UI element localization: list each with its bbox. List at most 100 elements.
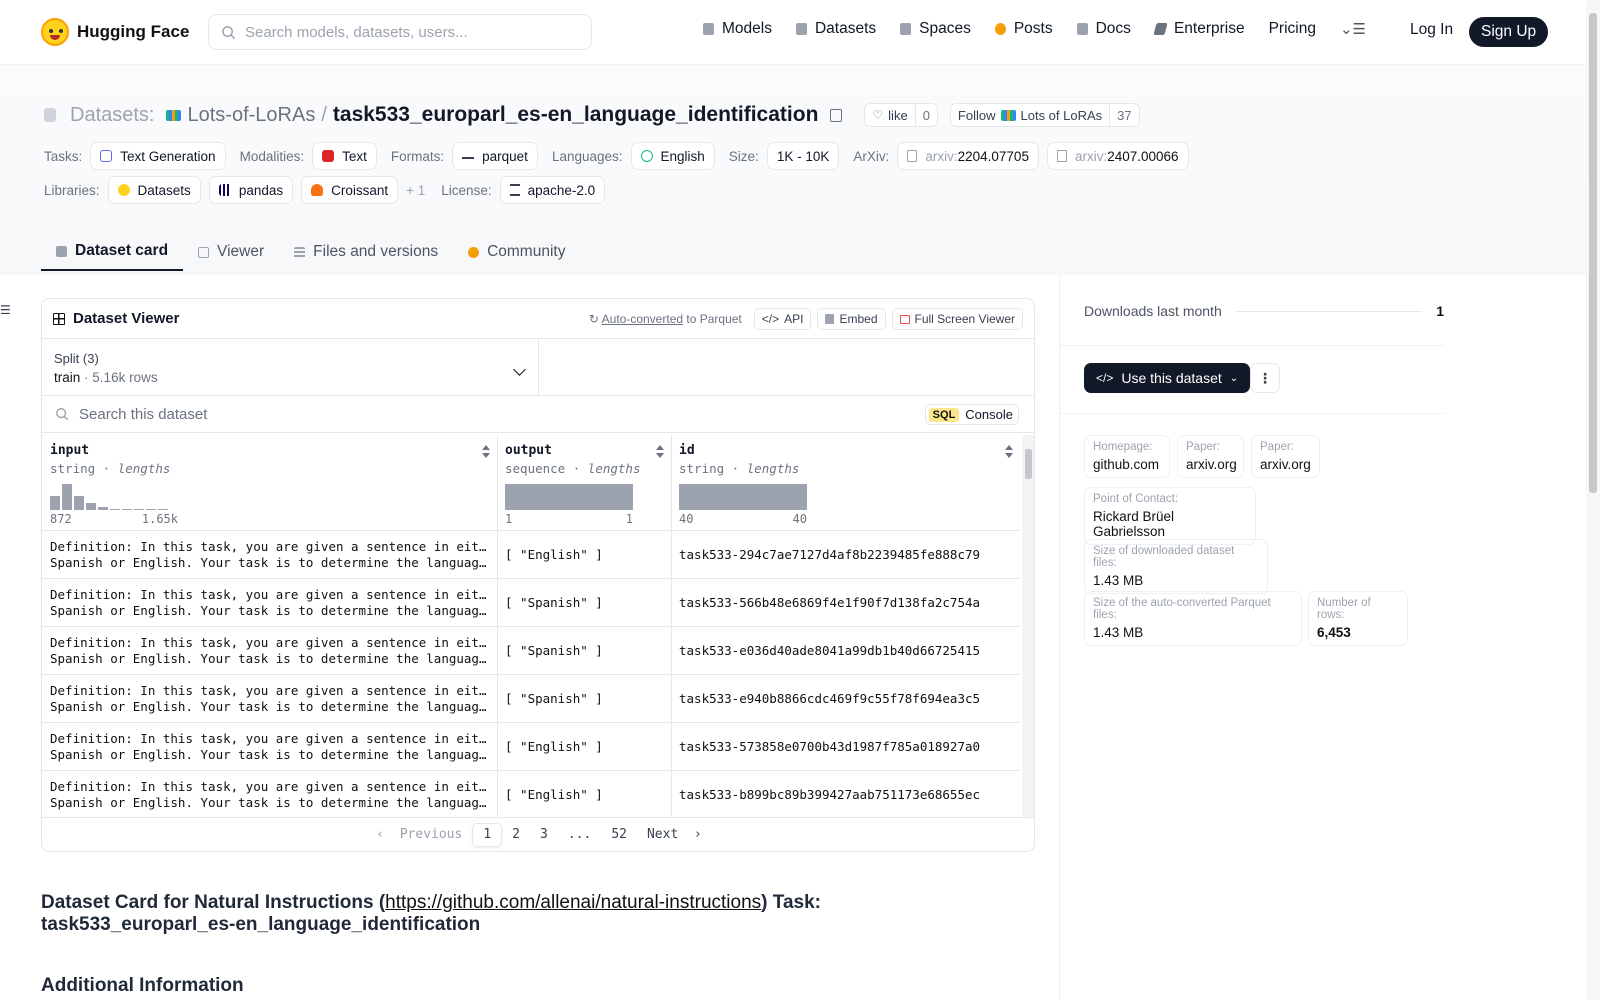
table-row-output-cell[interactable]: [ "English" ] [497,723,671,771]
table-row-output-cell[interactable]: [ "English" ] [497,771,671,818]
tag-parquet[interactable]: parquet [452,142,538,170]
table-row-id-cell[interactable]: task533-573858e0700b43d1987f785a018927a0 [671,723,1020,771]
table-row-output-cell[interactable]: [ "English" ] [497,531,671,579]
like-button[interactable]: ♡ like 0 [864,103,938,127]
table-row-id-cell[interactable]: task533-566b48e6869f4e1f90f7d138fa2c754a [671,579,1020,627]
tag-text-generation[interactable]: Text Generation [90,142,226,170]
page-scrollbar-thumb[interactable] [1589,13,1597,493]
tab-dataset-card[interactable]: Dataset card [41,233,184,271]
prev-page-button[interactable]: ‹ Previous [366,823,472,847]
tag-datasets-lib[interactable]: Datasets [107,176,201,204]
meta-homepage[interactable]: Homepage: github.com [1084,435,1170,478]
column-divider [497,435,498,818]
embed-icon [825,314,835,324]
table-row-input-cell[interactable]: Definition: In this task, you are given … [42,723,497,771]
org-link[interactable]: Lots-of-LoRAs [187,104,315,127]
meta-paper-1[interactable]: Paper: arxiv.org [1177,435,1244,478]
nav-posts[interactable]: Posts [994,20,1053,38]
login-link[interactable]: Log In [1410,21,1453,39]
toc-toggle-icon[interactable]: ☰ [0,303,11,317]
nav-enterprise[interactable]: Enterprise [1153,20,1245,38]
page-2-button[interactable]: 2 [502,823,530,847]
table-scrollbar-thumb[interactable] [1025,449,1032,479]
table-row-input-cell[interactable]: Definition: In this task, you are given … [42,579,497,627]
split-selector[interactable]: Split (3) train · 5.16k rows [42,339,539,395]
text-modality-icon [322,150,335,162]
global-search-input[interactable] [245,23,565,41]
natural-instructions-link[interactable]: https://github.com/allenai/natural-instr… [385,892,761,913]
nav-docs[interactable]: Docs [1076,20,1131,38]
sql-console-button[interactable]: SQL Console [924,404,1019,425]
follow-button[interactable]: Follow Lots of LoRAs 37 [949,103,1140,127]
tag-pandas[interactable]: pandas [208,176,294,204]
table-row-output-cell[interactable]: [ "Spanish" ] [497,579,671,627]
tag-arxiv-2[interactable]: arxiv:2407.00066 [1046,142,1189,170]
meta-paper-2[interactable]: Paper: arxiv.org [1251,435,1320,478]
tag-size[interactable]: 1K - 10K [766,142,840,170]
split-name: train [54,370,81,385]
more-libraries[interactable]: + 1 [406,183,425,198]
auto-converted-link[interactable]: Auto-converted [602,312,683,326]
dataset-name[interactable]: task533_europarl_es-en_language_identifi… [333,103,819,127]
table-row-id-cell[interactable]: task533-e036d40ade8041a99db1b40d66725415 [671,627,1020,675]
sort-icon[interactable] [482,445,490,458]
dataset-search-input[interactable] [79,405,679,423]
more-menu-icon[interactable]: ⌄☰ [1340,20,1366,38]
nav-datasets[interactable]: Datasets [795,20,876,38]
table-row-input-cell[interactable]: Definition: In this task, you are given … [42,675,497,723]
copy-icon[interactable] [830,108,843,122]
logo[interactable]: Hugging Face [41,18,189,46]
tag-license[interactable]: apache-2.0 [499,176,606,204]
api-button[interactable]: </> API [753,308,812,330]
more-options-button[interactable]: ⋮ [1250,363,1280,393]
tag-english[interactable]: English [630,142,715,170]
tab-community[interactable]: Community [453,233,580,271]
page-last-button[interactable]: 52 [601,823,637,847]
nav-pricing[interactable]: Pricing [1269,20,1316,38]
embed-button[interactable]: Embed [817,308,886,330]
fullscreen-button[interactable]: Full Screen Viewer [891,308,1023,330]
meta-contact[interactable]: Point of Contact: Rickard Brüel Gabrielss… [1084,487,1256,545]
global-search[interactable] [208,14,592,50]
section-label[interactable]: Datasets: [70,104,154,127]
table-row-output-cell[interactable]: [ "Spanish" ] [497,627,671,675]
table-row-output-cell[interactable]: [ "Spanish" ] [497,675,671,723]
table-row-input-cell[interactable]: Definition: In this task, you are given … [42,531,497,579]
cell-text-line: Spanish or English. Your task is to dete… [50,747,489,762]
nav-docs-label: Docs [1095,20,1131,37]
sort-icon[interactable] [656,445,664,458]
table-row-input-cell[interactable]: Definition: In this task, you are given … [42,627,497,675]
tab-viewer[interactable]: Viewer [183,233,279,271]
table-row-id-cell[interactable]: task533-e940b8866cdc469f9c55f78f694ea3c5 [671,675,1020,723]
table-row-id-cell[interactable]: task533-294c7ae7127d4af8b2239485fe888c79 [671,531,1020,579]
page-ellipsis: ... [567,827,592,842]
data-table: input string · lengths 872 1.65k Definiti… [42,435,1020,818]
column-header-id[interactable]: id string · lengths 40 40 [671,435,1020,531]
column-header-output[interactable]: output sequence · lengths 11 [497,435,671,531]
table-scrollbar[interactable] [1022,435,1034,818]
column-header-input[interactable]: input string · lengths 872 1.65k [42,435,497,531]
meta-key: Paper: [1186,441,1220,453]
tab-files[interactable]: Files and versions [279,233,453,271]
page-3-button[interactable]: 3 [530,823,558,847]
signup-button[interactable]: Sign Up [1469,17,1549,47]
arxiv-prefix: arxiv: [1074,148,1108,164]
tag-croissant[interactable]: Croissant [301,176,399,204]
paper-icon [907,150,918,162]
table-row-input-cell[interactable]: Definition: In this task, you are given … [42,771,497,818]
tag-arxiv-1[interactable]: arxiv:2204.07705 [897,142,1039,170]
page-1-button[interactable]: 1 [472,822,503,847]
nav-models[interactable]: Models [703,20,772,38]
table-row-id-cell[interactable]: task533-b899bc89b399427aab751173e68655ec [671,771,1020,818]
nav-spaces[interactable]: Spaces [900,20,971,38]
next-page-button[interactable]: Next › [637,823,712,847]
auto-converted-note[interactable]: ↻ Auto-converted to Parquet [589,312,742,326]
use-dataset-button[interactable]: </> Use this dataset ⌄ [1084,363,1251,393]
dataset-search[interactable]: SQL Console [42,396,1034,433]
tag-label: apache-2.0 [527,182,596,198]
fullscreen-label: Full Screen Viewer [914,312,1016,326]
cell-text-line: Definition: In this task, you are given … [50,683,489,698]
fullscreen-icon [899,314,910,324]
tag-text[interactable]: Text [312,142,377,170]
sort-icon[interactable] [1005,445,1013,458]
